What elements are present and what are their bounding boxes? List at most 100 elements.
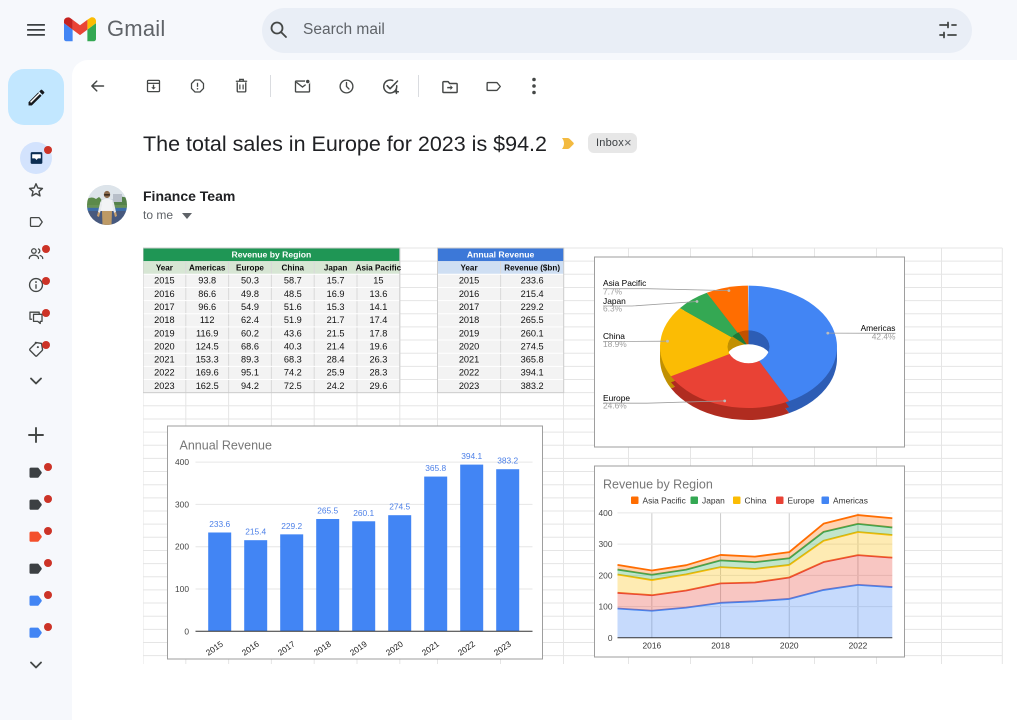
svg-text:265.5: 265.5: [317, 505, 338, 515]
svg-text:48.5: 48.5: [284, 289, 302, 299]
svg-text:49.8: 49.8: [241, 289, 259, 299]
svg-text:13.6: 13.6: [369, 289, 387, 299]
svg-text:0: 0: [608, 633, 613, 643]
svg-text:18.9%: 18.9%: [603, 339, 627, 349]
svg-text:Europe: Europe: [236, 264, 264, 273]
svg-text:26.3: 26.3: [369, 355, 387, 365]
svg-text:274.5: 274.5: [389, 502, 410, 512]
svg-text:19.6: 19.6: [369, 341, 387, 351]
svg-text:Revenue ($bn): Revenue ($bn): [504, 264, 560, 273]
svg-text:2015: 2015: [459, 276, 479, 286]
svg-text:43.6: 43.6: [284, 328, 302, 338]
svg-text:Revenue by Region: Revenue by Region: [232, 250, 312, 260]
svg-text:50.3: 50.3: [241, 276, 259, 286]
svg-text:7.7%: 7.7%: [603, 286, 623, 296]
svg-text:95.1: 95.1: [241, 368, 259, 378]
svg-text:28.3: 28.3: [369, 368, 387, 378]
svg-text:383.2: 383.2: [497, 456, 518, 466]
svg-text:2020: 2020: [459, 341, 479, 351]
svg-text:2022: 2022: [154, 368, 174, 378]
svg-text:260.1: 260.1: [353, 508, 374, 518]
svg-text:42.4%: 42.4%: [872, 332, 896, 342]
svg-text:2017: 2017: [459, 302, 479, 312]
svg-text:215.4: 215.4: [521, 289, 544, 299]
svg-text:2015: 2015: [154, 276, 174, 286]
svg-text:100: 100: [599, 602, 613, 612]
svg-text:260.1: 260.1: [521, 328, 544, 338]
svg-text:394.1: 394.1: [521, 368, 544, 378]
svg-text:25.9: 25.9: [327, 368, 345, 378]
svg-text:2021: 2021: [154, 355, 174, 365]
svg-text:16.9: 16.9: [327, 289, 345, 299]
svg-text:233.6: 233.6: [209, 519, 230, 529]
svg-text:2018: 2018: [711, 640, 730, 650]
svg-text:62.4: 62.4: [241, 315, 259, 325]
svg-text:274.5: 274.5: [521, 341, 544, 351]
svg-text:China: China: [745, 496, 767, 506]
svg-text:2016: 2016: [154, 289, 174, 299]
svg-text:112: 112: [200, 315, 215, 325]
svg-text:93.8: 93.8: [198, 276, 216, 286]
svg-text:24.6%: 24.6%: [603, 401, 627, 411]
svg-text:Americas: Americas: [833, 496, 868, 506]
svg-text:17.8: 17.8: [369, 328, 387, 338]
svg-text:200: 200: [175, 542, 189, 552]
svg-text:15.7: 15.7: [327, 276, 345, 286]
svg-text:2017: 2017: [154, 302, 174, 312]
svg-text:94.2: 94.2: [241, 381, 259, 391]
svg-text:162.5: 162.5: [196, 381, 219, 391]
svg-text:68.3: 68.3: [284, 355, 302, 365]
svg-text:116.9: 116.9: [196, 328, 218, 338]
svg-text:400: 400: [175, 457, 189, 467]
svg-text:233.6: 233.6: [521, 276, 544, 286]
svg-text:29.6: 29.6: [369, 381, 387, 391]
svg-text:300: 300: [599, 539, 613, 549]
svg-text:24.2: 24.2: [327, 381, 345, 391]
svg-text:Asia Pacific: Asia Pacific: [356, 264, 402, 273]
svg-text:2020: 2020: [154, 341, 174, 351]
svg-text:74.2: 74.2: [284, 368, 302, 378]
svg-text:Japan: Japan: [702, 496, 725, 506]
svg-text:89.3: 89.3: [241, 355, 259, 365]
svg-text:15: 15: [373, 276, 383, 286]
svg-text:21.7: 21.7: [327, 315, 345, 325]
svg-text:169.6: 169.6: [196, 368, 219, 378]
svg-text:229.2: 229.2: [521, 302, 544, 312]
svg-text:300: 300: [175, 499, 189, 509]
svg-text:365.8: 365.8: [425, 463, 446, 473]
svg-text:Year: Year: [460, 264, 478, 273]
svg-text:400: 400: [599, 508, 613, 518]
svg-text:100: 100: [175, 584, 189, 594]
svg-text:86.6: 86.6: [198, 289, 216, 299]
svg-text:China: China: [282, 264, 305, 273]
svg-text:215.4: 215.4: [245, 527, 266, 537]
svg-text:72.5: 72.5: [284, 381, 302, 391]
svg-text:2018: 2018: [459, 315, 479, 325]
svg-text:2016: 2016: [643, 640, 662, 650]
svg-text:153.3: 153.3: [196, 355, 219, 365]
svg-text:2019: 2019: [459, 328, 479, 338]
svg-text:2020: 2020: [780, 640, 799, 650]
svg-text:21.4: 21.4: [327, 341, 345, 351]
svg-text:2022: 2022: [849, 640, 868, 650]
svg-text:265.5: 265.5: [521, 315, 544, 325]
svg-text:Europe: Europe: [788, 496, 815, 506]
svg-text:2019: 2019: [154, 328, 174, 338]
svg-text:96.6: 96.6: [198, 302, 216, 312]
svg-text:17.4: 17.4: [369, 315, 387, 325]
svg-text:51.9: 51.9: [284, 315, 302, 325]
svg-text:6.3%: 6.3%: [603, 304, 623, 314]
svg-text:394.1: 394.1: [461, 451, 482, 461]
svg-text:124.5: 124.5: [196, 341, 219, 351]
svg-text:21.5: 21.5: [327, 328, 345, 338]
svg-text:28.4: 28.4: [327, 355, 345, 365]
svg-text:Americas: Americas: [189, 264, 226, 273]
svg-text:68.6: 68.6: [241, 341, 259, 351]
svg-text:2018: 2018: [154, 315, 174, 325]
svg-text:Japan: Japan: [324, 264, 347, 273]
svg-text:2016: 2016: [459, 289, 479, 299]
svg-text:200: 200: [599, 570, 613, 580]
svg-text:51.6: 51.6: [284, 302, 302, 312]
svg-text:383.2: 383.2: [521, 381, 544, 391]
svg-text:Revenue by Region: Revenue by Region: [603, 478, 713, 492]
